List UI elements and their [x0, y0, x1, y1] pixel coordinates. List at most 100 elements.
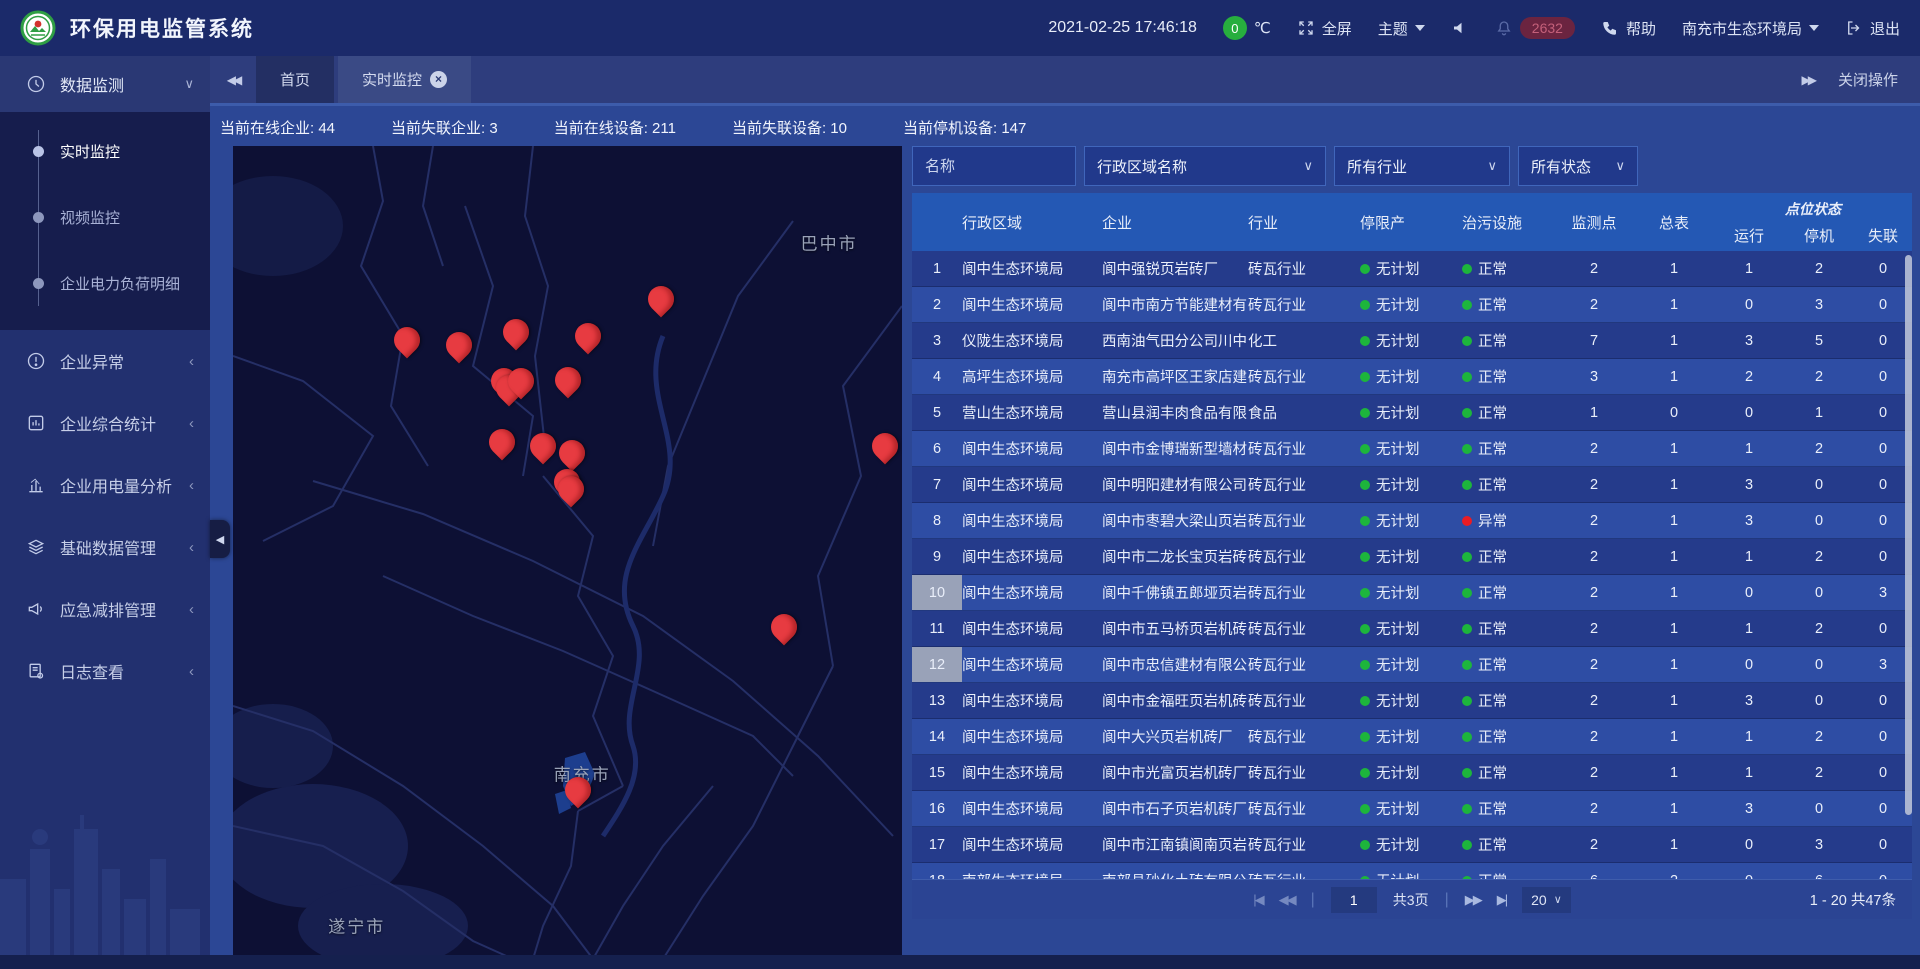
close-operations-button[interactable]: 关闭操作: [1838, 69, 1898, 90]
table-row[interactable]: 14 阆中生态环境局 阆中大兴页岩机砖厂 砖瓦行业 无计划 正常 2 1 1: [912, 719, 1912, 755]
page-number-input[interactable]: [1331, 887, 1377, 913]
cell-industry: 砖瓦行业: [1248, 575, 1360, 610]
table-scrollbar[interactable]: [1905, 255, 1912, 815]
status-filter-select[interactable]: 所有状态 ∨: [1518, 146, 1638, 186]
sidebar-item-power-load-detail[interactable]: 企业电力负荷明细: [0, 250, 210, 316]
table-row[interactable]: 9 阆中生态环境局 阆中市二龙长宝页岩砖 砖瓦行业 无计划 正常 2 1 1: [912, 539, 1912, 575]
name-filter-input[interactable]: [925, 158, 1063, 175]
cell-disconnected: 0: [1854, 251, 1912, 286]
cell-company: 阆中市金福旺页岩机砖: [1102, 683, 1248, 718]
cell-total-meter: 1: [1634, 647, 1714, 682]
help-button[interactable]: 帮助: [1601, 18, 1656, 39]
status-dot-icon: [1462, 264, 1472, 274]
sidebar-item-base-data[interactable]: 基础数据管理 ‹: [0, 516, 210, 578]
table-row[interactable]: 16 阆中生态环境局 阆中市石子页岩机砖厂 砖瓦行业 无计划 正常 2 1 3: [912, 791, 1912, 827]
cell-region: 阆中生态环境局: [962, 287, 1102, 322]
cell-total-meter: 1: [1634, 287, 1714, 322]
cell-running: 3: [1714, 791, 1784, 826]
cell-pollution-facility: 正常: [1462, 539, 1554, 574]
table-row[interactable]: 5 营山生态环境局 营山县润丰肉食品有限 食品 无计划 正常 1 0 0: [912, 395, 1912, 431]
timeline-dot-icon: [33, 278, 44, 289]
cell-monitor-points: 2: [1554, 503, 1634, 538]
table-row[interactable]: 3 仪陇生态环境局 西南油气田分公司川中 化工 无计划 正常 7 1 3: [912, 323, 1912, 359]
sidebar-item-data-monitor[interactable]: 数据监测 ∨: [0, 56, 210, 112]
cell-pollution-facility: 正常: [1462, 287, 1554, 322]
bell-icon: [1495, 19, 1513, 37]
region-filter-select[interactable]: 行政区域名称 ∨: [1084, 146, 1326, 186]
theme-dropdown[interactable]: 主题: [1378, 18, 1425, 39]
status-dot-icon: [1462, 804, 1472, 814]
sidebar-item-enterprise-abnormal[interactable]: 企业异常 ‹: [0, 330, 210, 392]
row-index: 8: [912, 503, 962, 538]
table-row[interactable]: 12 阆中生态环境局 阆中市忠信建材有限公 砖瓦行业 无计划 正常 2 1 0: [912, 647, 1912, 683]
tab-scroll-right-button[interactable]: ▶▶: [1802, 73, 1814, 87]
cell-industry: 砖瓦行业: [1248, 719, 1360, 754]
cell-pollution-facility: 正常: [1462, 863, 1554, 879]
col-group-point-status: 点位状态 运行 停机 失联: [1714, 193, 1912, 251]
table-row[interactable]: 1 阆中生态环境局 阆中强锐页岩砖厂 砖瓦行业 无计划 正常 2 1 1: [912, 251, 1912, 287]
tab-scroll-left-button[interactable]: ◀◀: [210, 56, 256, 103]
sidebar-item-realtime-monitor[interactable]: 实时监控: [0, 118, 210, 184]
cell-stop-production: 无计划: [1360, 827, 1462, 862]
row-index: 9: [912, 539, 962, 574]
cell-disconnected: 0: [1854, 863, 1912, 879]
map-panel[interactable]: 巴中市南充市遂宁市: [233, 146, 902, 959]
row-index: 2: [912, 287, 962, 322]
status-dot-icon: [1360, 732, 1370, 742]
cell-stop-production: 无计划: [1360, 791, 1462, 826]
page-size-select[interactable]: 20 ∨: [1522, 887, 1571, 913]
table-row[interactable]: 18 南部生态环境局 南部县砂化土砖有限公 砖瓦行业 无计划 正常 6 2 0: [912, 863, 1912, 879]
tab-realtime-monitor[interactable]: 实时监控 ×: [338, 56, 471, 103]
row-index: 11: [912, 611, 962, 646]
col-header-stopped: 停机: [1784, 225, 1854, 246]
app-logo-icon: [20, 10, 56, 46]
prev-page-button[interactable]: ◀◀: [1279, 892, 1295, 908]
phone-icon: [1601, 19, 1619, 37]
industry-filter-select[interactable]: 所有行业 ∨: [1334, 146, 1510, 186]
row-index: 12: [912, 647, 962, 682]
table-row[interactable]: 10 阆中生态环境局 阆中千佛镇五郎垭页岩 砖瓦行业 无计划 正常 2 1 0: [912, 575, 1912, 611]
sound-button[interactable]: [1451, 19, 1469, 37]
org-dropdown[interactable]: 南充市生态环境局: [1682, 18, 1819, 39]
logout-button[interactable]: 退出: [1845, 18, 1900, 39]
table-row[interactable]: 11 阆中生态环境局 阆中市五马桥页岩机砖 砖瓦行业 无计划 正常 2 1 1: [912, 611, 1912, 647]
double-chevron-right-icon: ▶▶: [1802, 73, 1814, 87]
table-row[interactable]: 13 阆中生态环境局 阆中市金福旺页岩机砖 砖瓦行业 无计划 正常 2 1 3: [912, 683, 1912, 719]
table-row[interactable]: 2 阆中生态环境局 阆中市南方节能建材有 砖瓦行业 无计划 正常 2 1 0: [912, 287, 1912, 323]
table-row[interactable]: 8 阆中生态环境局 阆中市枣碧大梁山页岩 砖瓦行业 无计划 异常 2 1 3: [912, 503, 1912, 539]
cell-disconnected: 0: [1854, 467, 1912, 502]
last-page-button[interactable]: ▶|: [1497, 892, 1506, 908]
table-row[interactable]: 15 阆中生态环境局 阆中市光富页岩机砖厂 砖瓦行业 无计划 正常 2 1 1: [912, 755, 1912, 791]
enterprise-table: 行政区域 企业 行业 停限产 治污设施 监测点 总表 点位状态 运行 停机 失联: [912, 193, 1912, 879]
status-dot-icon: [1462, 480, 1472, 490]
next-page-button[interactable]: ▶▶: [1465, 892, 1481, 908]
sidebar-item-log-view[interactable]: 日志查看 ‹: [0, 640, 210, 702]
cell-stop-production: 无计划: [1360, 323, 1462, 358]
cell-monitor-points: 2: [1554, 827, 1634, 862]
cell-running: 1: [1714, 539, 1784, 574]
sidebar-item-enterprise-statistics[interactable]: 企业综合统计 ‹: [0, 392, 210, 454]
sidebar-collapse-handle[interactable]: ◀: [210, 520, 230, 558]
app-root: 环保用电监管系统 2021-02-25 17:46:18 0 ℃ 全屏 主题: [0, 0, 1920, 969]
tab-home[interactable]: 首页: [256, 56, 334, 103]
sidebar-item-power-analysis[interactable]: 企业用电量分析 ‹: [0, 454, 210, 516]
cell-stopped: 2: [1784, 431, 1854, 466]
sidebar-item-video-monitor[interactable]: 视频监控: [0, 184, 210, 250]
sidebar-item-emergency-reduction[interactable]: 应急减排管理 ‹: [0, 578, 210, 640]
status-dot-icon: [1462, 336, 1472, 346]
table-row[interactable]: 17 阆中生态环境局 阆中市江南镇阆南页岩 砖瓦行业 无计划 正常 2 1 0: [912, 827, 1912, 863]
first-page-button[interactable]: |◀: [1253, 892, 1262, 908]
fullscreen-button[interactable]: 全屏: [1297, 18, 1352, 39]
header-actions: 2021-02-25 17:46:18 0 ℃ 全屏 主题: [1048, 16, 1900, 40]
name-filter: [912, 146, 1076, 186]
chevron-down-icon: ∨: [1487, 158, 1497, 174]
tab-close-icon[interactable]: ×: [430, 71, 447, 88]
chevron-down-icon: ∨: [1615, 158, 1625, 174]
cell-industry: 化工: [1248, 323, 1360, 358]
table-row[interactable]: 6 阆中生态环境局 阆中市金博瑞新型墙材 砖瓦行业 无计划 正常 2 1 1: [912, 431, 1912, 467]
stat-item: 当前失联企业: 3: [391, 117, 498, 138]
table-row[interactable]: 7 阆中生态环境局 阆中明阳建材有限公司 砖瓦行业 无计划 正常 2 1 3: [912, 467, 1912, 503]
cell-company: 阆中市石子页岩机砖厂: [1102, 791, 1248, 826]
table-row[interactable]: 4 高坪生态环境局 南充市高坪区王家店建 砖瓦行业 无计划 正常 3 1 2: [912, 359, 1912, 395]
notification-button[interactable]: 2632: [1495, 17, 1575, 39]
